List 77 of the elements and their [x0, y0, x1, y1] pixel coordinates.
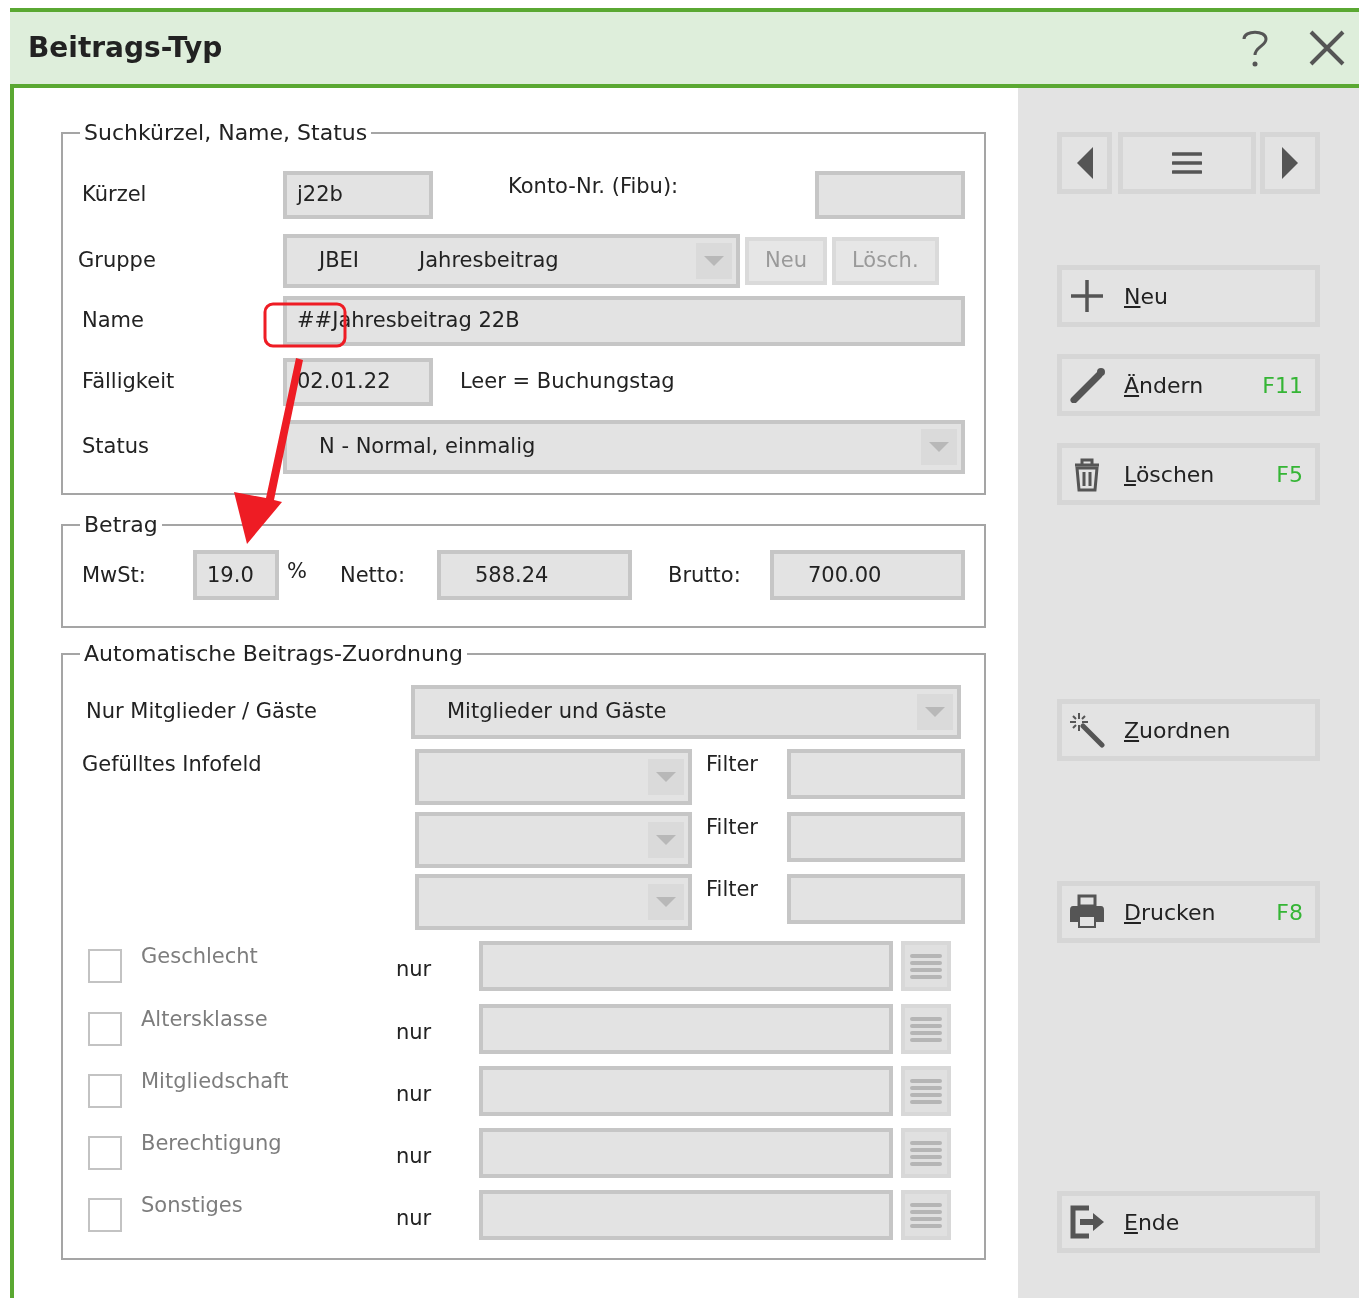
- input-field[interactable]: 02.01.22: [283, 358, 433, 407]
- help-icon[interactable]: [1241, 28, 1269, 68]
- field-label: nur: [396, 1018, 433, 1046]
- list-icon[interactable]: [910, 1076, 942, 1105]
- field-label: Brutto:: [667, 561, 742, 589]
- dropdown[interactable]: JBEI Jahresbeitrag: [283, 234, 740, 289]
- field-label: Filter: [706, 813, 759, 841]
- field-label: Status: [82, 433, 150, 461]
- field-label: Berechtigung: [141, 1129, 283, 1157]
- caret-icon: [656, 896, 676, 907]
- group-label: Suchkürzel, Name, Status: [83, 121, 369, 146]
- previous-icon[interactable]: [1076, 147, 1093, 179]
- field-label: nur: [396, 1080, 433, 1108]
- dropdown[interactable]: [415, 748, 692, 805]
- dropdown[interactable]: [415, 873, 692, 930]
- field-label: MwSt:: [82, 561, 147, 589]
- field-label: Filter: [706, 750, 759, 778]
- input-field[interactable]: [479, 1189, 893, 1240]
- field-label: nur: [396, 955, 433, 983]
- dropdown[interactable]: [415, 811, 692, 868]
- caret-icon: [925, 706, 945, 717]
- list-icon[interactable]: [910, 1014, 942, 1043]
- caret-icon: [656, 771, 676, 782]
- input-field[interactable]: [787, 748, 965, 799]
- caret-icon: [929, 442, 949, 453]
- assign-button[interactable]: Zuordnen: [1057, 699, 1320, 761]
- field-label: Konto-Nr. (Fibu):: [508, 173, 680, 201]
- input-field[interactable]: [479, 1003, 893, 1054]
- window-title: Beitrags-Typ: [28, 30, 223, 66]
- dropdown[interactable]: Mitglieder und Gäste: [411, 684, 961, 739]
- field-label: Altersklasse: [141, 1005, 269, 1033]
- field-label: nur: [396, 1142, 433, 1170]
- input-field[interactable]: 700.00: [769, 550, 965, 601]
- new-button[interactable]: Neu: [1057, 265, 1320, 327]
- input-field[interactable]: 19.0: [193, 550, 279, 601]
- field-label: Mitgliedschaft: [141, 1067, 290, 1095]
- field-label: Filter: [706, 875, 759, 903]
- list-icon[interactable]: [910, 1200, 942, 1229]
- input-field[interactable]: [479, 940, 893, 991]
- hint-text: Leer = Buchungstag: [460, 368, 675, 396]
- caret-icon: [656, 834, 676, 845]
- unit-label: %: [287, 558, 307, 586]
- field-label: Gefülltes Infofeld: [82, 750, 263, 778]
- field-label: nur: [396, 1204, 433, 1232]
- field-label: Fälligkeit: [82, 368, 176, 396]
- pencil-icon: [1069, 367, 1105, 403]
- close-icon[interactable]: [1309, 30, 1345, 66]
- input-field[interactable]: [479, 1127, 893, 1178]
- field-label: Gruppe: [78, 247, 157, 275]
- menu-icon[interactable]: [1172, 151, 1202, 175]
- list-icon[interactable]: [910, 951, 942, 980]
- input-field[interactable]: 588.24: [436, 550, 632, 601]
- group-label: Betrag: [83, 513, 159, 538]
- field-label: Nur Mitglieder / Gäste: [85, 697, 318, 725]
- field-label: Kürzel: [82, 181, 148, 209]
- input-field[interactable]: [787, 811, 965, 862]
- field-label: Netto:: [339, 561, 406, 589]
- edit-button[interactable]: Ändern F11: [1057, 354, 1320, 416]
- magic-wand-icon: [1069, 712, 1105, 748]
- plus-icon: [1069, 278, 1105, 314]
- field-label: Sonstiges: [141, 1191, 244, 1219]
- print-button[interactable]: Drucken F8: [1057, 881, 1320, 943]
- field-label: Geschlecht: [141, 942, 259, 970]
- input-field[interactable]: [479, 1065, 893, 1116]
- next-icon[interactable]: [1282, 147, 1298, 179]
- list-icon[interactable]: [910, 1138, 942, 1167]
- exit-icon: [1069, 1204, 1105, 1240]
- input-field[interactable]: j22b: [283, 171, 433, 220]
- input-field[interactable]: [815, 171, 965, 220]
- delete-button[interactable]: Löschen F5: [1057, 443, 1320, 505]
- printer-icon: [1069, 894, 1105, 930]
- input-field[interactable]: [787, 873, 965, 924]
- exit-button[interactable]: Ende: [1057, 1191, 1320, 1253]
- field-label: Name: [82, 307, 145, 335]
- caret-icon: [704, 256, 724, 267]
- dropdown[interactable]: N - Normal, einmalig: [283, 420, 965, 475]
- group-label: Automatische Beitrags-Zuordnung: [83, 642, 464, 667]
